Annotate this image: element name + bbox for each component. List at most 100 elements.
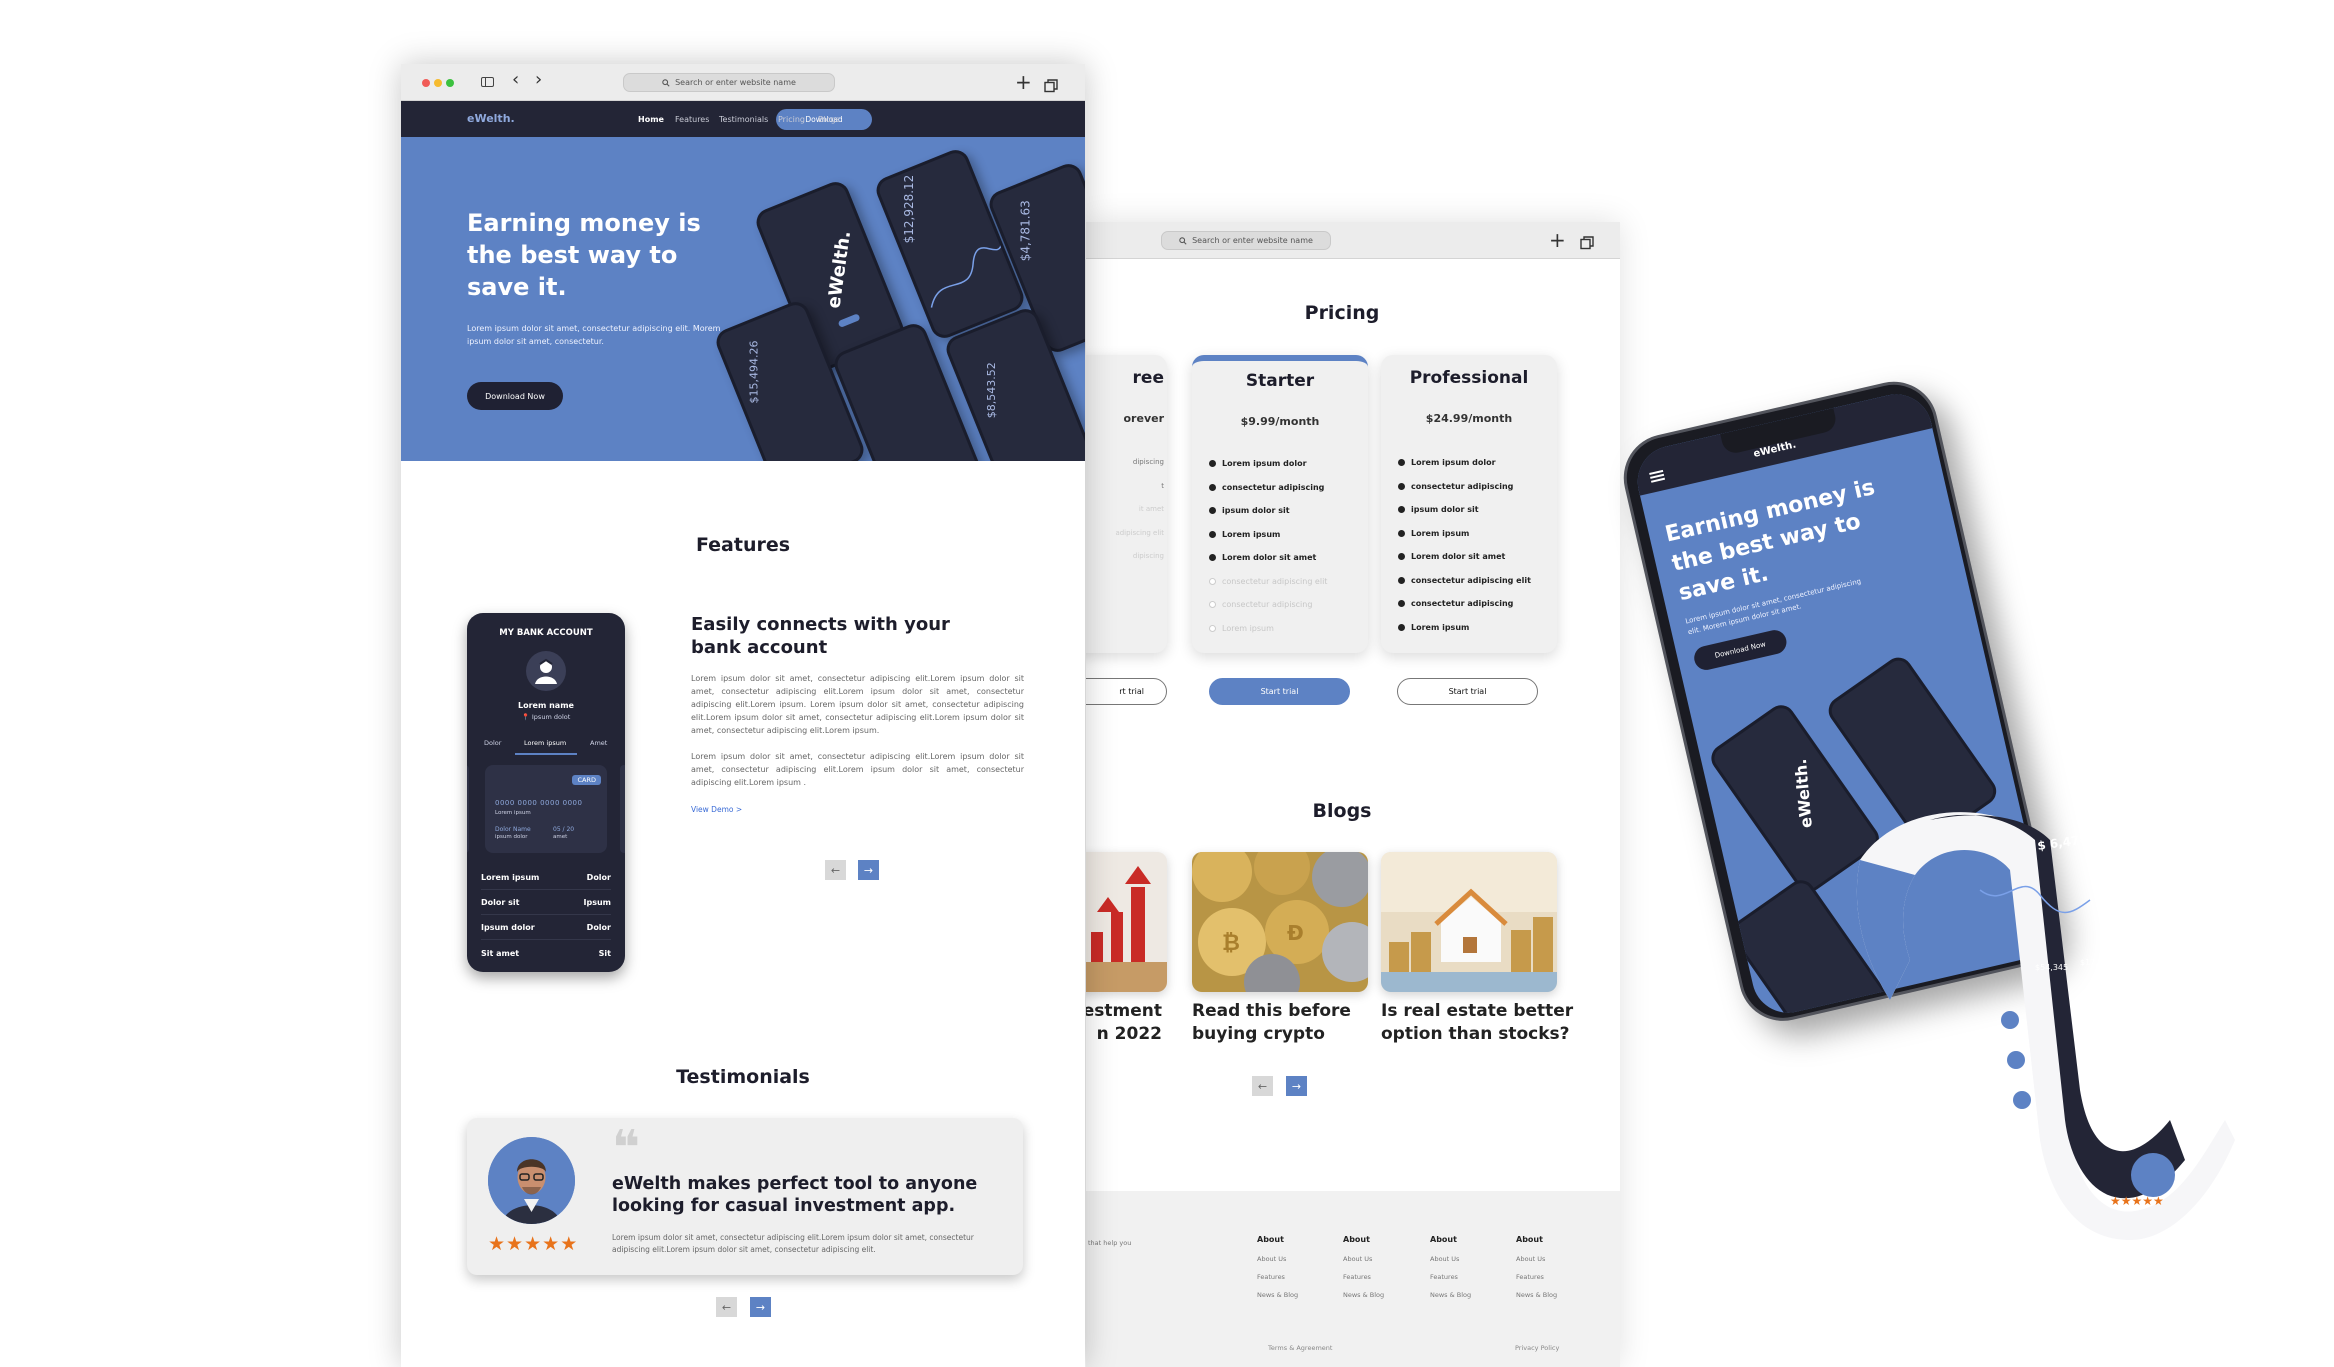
free-start-trial-button[interactable]: rt trial: [1086, 678, 1167, 705]
active-tab-indicator: [515, 753, 577, 755]
download-now-button[interactable]: Download Now: [467, 382, 563, 410]
blog-title-line: n 2022: [1096, 1024, 1162, 1044]
footer-link[interactable]: About Us: [1516, 1255, 1576, 1273]
footer-link[interactable]: News & Blog: [1430, 1291, 1490, 1309]
blogs-prev-button[interactable]: ←: [1252, 1076, 1273, 1096]
bank-row[interactable]: Sit amet Sit: [481, 941, 611, 965]
plan-feature-list: Lorem ipsum dolor consectetur adipiscing i…: [1209, 452, 1327, 640]
browser-toolbar: Search or enter website name +: [1086, 222, 1620, 259]
terms-link[interactable]: Terms & Agreement: [1268, 1344, 1332, 1352]
url-placeholder: Search or enter website name: [675, 78, 796, 87]
blog-title-line: Read this before: [1192, 1001, 1351, 1021]
bank-card[interactable]: CARD 0000 0000 0000 0000 Lorem ipsum Dol…: [485, 765, 607, 853]
card-holder-label: Dolor Name: [495, 826, 531, 833]
bullet-icon: [1209, 507, 1216, 515]
plan-feature: Lorem ipsum dolor: [1209, 452, 1327, 476]
nav-features[interactable]: Features: [675, 115, 709, 124]
footer-column: About About Us Features News & Blog: [1430, 1235, 1490, 1309]
footer-link[interactable]: News & Blog: [1516, 1291, 1576, 1309]
bullet-icon: [1398, 529, 1405, 537]
menu-icon[interactable]: [1649, 469, 1666, 483]
mockup-stage: Search or enter website name + Pricing r…: [0, 0, 2334, 1367]
bullet-icon: [1398, 576, 1405, 584]
starter-start-trial-button[interactable]: Start trial: [1209, 678, 1350, 705]
plan-feature: t: [1161, 481, 1164, 490]
bank-tab-lorem-ipsum[interactable]: Lorem ipsum: [524, 739, 566, 747]
footer-tagline: that help you: [1088, 1239, 1132, 1247]
back-arrow-icon[interactable]: ‹: [512, 70, 519, 90]
minimize-window-button[interactable]: [434, 79, 442, 87]
nav-pricing[interactable]: Pricing: [778, 115, 805, 124]
bank-user-name: Lorem name: [518, 701, 574, 710]
forward-arrow-icon[interactable]: ›: [535, 70, 542, 90]
testimonials-next-button[interactable]: →: [750, 1297, 771, 1317]
url-bar[interactable]: Search or enter website name: [623, 73, 835, 92]
plan-feature: adipiscing elit: [1115, 528, 1164, 537]
tabs-overview-icon[interactable]: [1580, 233, 1594, 250]
blog-title-real-estate[interactable]: Is real estate better option than stocks…: [1381, 1000, 1581, 1046]
footer-link[interactable]: Features: [1430, 1273, 1490, 1291]
row-label: Sit amet: [481, 948, 520, 958]
maximize-window-button[interactable]: [446, 79, 454, 87]
blog-image-real-estate[interactable]: [1381, 852, 1557, 992]
plan-feature: consectetur adipiscing: [1398, 475, 1531, 499]
blog-image-crypto[interactable]: ₿ Ð: [1192, 852, 1368, 992]
nav-blogs[interactable]: Blogs: [818, 115, 840, 124]
footer-link[interactable]: News & Blog: [1343, 1291, 1403, 1309]
scroll-value: $54,345: [2035, 963, 2068, 972]
site-logo[interactable]: eWelth.: [467, 112, 515, 125]
footer-column-heading: About: [1430, 1235, 1457, 1244]
row-label: Dolor sit: [481, 898, 520, 907]
footer-link[interactable]: About Us: [1430, 1255, 1490, 1273]
bank-tab-amet[interactable]: Amet: [590, 739, 607, 747]
plan-feature-label: consectetur adipiscing: [1411, 599, 1514, 609]
footer-link[interactable]: Features: [1343, 1273, 1403, 1291]
star-icon: ★: [542, 1233, 561, 1255]
footer-link[interactable]: About Us: [1257, 1255, 1317, 1273]
features-prev-button[interactable]: ←: [825, 860, 846, 880]
professional-start-trial-button[interactable]: Start trial: [1397, 678, 1538, 705]
footer-link[interactable]: Features: [1516, 1273, 1576, 1291]
view-demo-link[interactable]: View Demo >: [691, 805, 742, 814]
mobile-download-button[interactable]: Download Now: [1691, 627, 1789, 673]
blog-title-crypto[interactable]: Read this before buying crypto: [1192, 1000, 1382, 1046]
new-tab-icon[interactable]: +: [1549, 230, 1566, 250]
nav-home[interactable]: Home: [638, 115, 664, 124]
hero-heading: Earning money is the best way to save it…: [467, 209, 701, 301]
testimonial-avatar: [488, 1137, 575, 1224]
bank-row[interactable]: Lorem ipsum Dolor: [481, 866, 611, 890]
bullet-icon: [1398, 553, 1405, 561]
row-value: Ipsum: [583, 898, 612, 907]
blog-image-investment[interactable]: [1086, 852, 1167, 992]
footer-column-heading: About: [1257, 1235, 1284, 1244]
blog-title-line: estment: [1086, 1001, 1162, 1021]
nav-testimonials[interactable]: Testimonials: [719, 115, 768, 124]
tabs-overview-icon[interactable]: [1044, 76, 1058, 93]
bank-row[interactable]: Dolor sit Ipsum: [481, 891, 611, 915]
row-value: Sit: [598, 948, 611, 958]
plan-feature: Lorem ipsum dolor: [1398, 451, 1531, 475]
new-tab-icon[interactable]: +: [1015, 72, 1032, 92]
sidebar-toggle-icon[interactable]: [481, 77, 494, 87]
bank-tab-dolor[interactable]: Dolor: [484, 739, 501, 747]
url-bar[interactable]: Search or enter website name: [1161, 231, 1331, 250]
close-window-button[interactable]: [422, 79, 430, 87]
card-badge: CARD: [572, 775, 601, 785]
blog-title-investment[interactable]: estment n 2022: [1086, 1000, 1167, 1046]
testimonials-prev-button[interactable]: ←: [716, 1297, 737, 1317]
blogs-next-button[interactable]: →: [1286, 1076, 1307, 1096]
star-rating: ★★★★★: [488, 1233, 577, 1255]
plan-feature: ipsum dolor sit: [1209, 499, 1327, 523]
footer-link[interactable]: Features: [1257, 1273, 1317, 1291]
plan-feature-list: Lorem ipsum dolor consectetur adipiscing i…: [1398, 451, 1531, 639]
plan-price: $9.99/month: [1240, 415, 1320, 428]
footer-link[interactable]: About Us: [1343, 1255, 1403, 1273]
star-icon: ★: [506, 1233, 525, 1255]
bank-row[interactable]: Ipsum dolor Dolor: [481, 916, 611, 940]
bullet-icon: [1209, 554, 1216, 562]
features-next-button[interactable]: →: [858, 860, 879, 880]
plan-feature-label: Lorem dolor sit amet: [1411, 552, 1506, 562]
footer-link[interactable]: News & Blog: [1257, 1291, 1317, 1309]
search-icon: [662, 78, 670, 87]
privacy-link[interactable]: Privacy Policy: [1515, 1344, 1559, 1352]
